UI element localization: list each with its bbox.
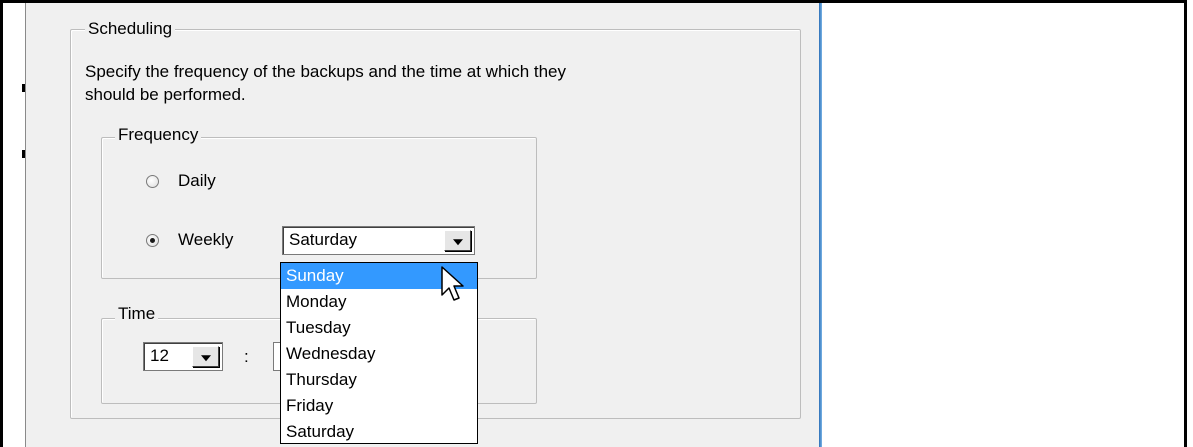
day-of-week-combobox[interactable]: Saturday	[282, 226, 475, 255]
time-separator: :	[244, 347, 249, 366]
scheduling-description-line1: Specify the frequency of the backups and…	[85, 62, 567, 81]
daily-radio[interactable]	[146, 175, 159, 188]
hour-dropdown-button[interactable]	[192, 346, 219, 367]
day-option-tuesday[interactable]: Tuesday	[281, 315, 477, 341]
weekly-label[interactable]: Weekly	[178, 229, 233, 251]
scheduling-description-line2: should be performed.	[85, 85, 246, 104]
time-legend: Time	[115, 304, 159, 324]
window-edge	[819, 3, 822, 447]
hour-value: 12	[150, 346, 169, 365]
day-option-saturday[interactable]: Saturday	[281, 419, 477, 445]
frequency-legend: Frequency	[115, 125, 202, 145]
day-of-week-dropdown-button[interactable]	[444, 230, 471, 251]
day-option-wednesday[interactable]: Wednesday	[281, 341, 477, 367]
chevron-down-icon	[200, 354, 211, 361]
day-option-thursday[interactable]: Thursday	[281, 367, 477, 393]
day-of-week-value: Saturday	[289, 230, 358, 249]
weekly-radio[interactable]	[146, 234, 159, 247]
daily-label[interactable]: Daily	[178, 170, 216, 192]
hour-combobox[interactable]: 12	[143, 342, 223, 371]
scheduling-legend: Scheduling	[85, 19, 176, 39]
day-option-friday[interactable]: Friday	[281, 393, 477, 419]
chevron-down-icon	[452, 238, 463, 245]
radio-selected-dot	[150, 238, 155, 243]
frequency-group	[101, 137, 537, 279]
arrow-pointer-icon	[441, 266, 464, 301]
